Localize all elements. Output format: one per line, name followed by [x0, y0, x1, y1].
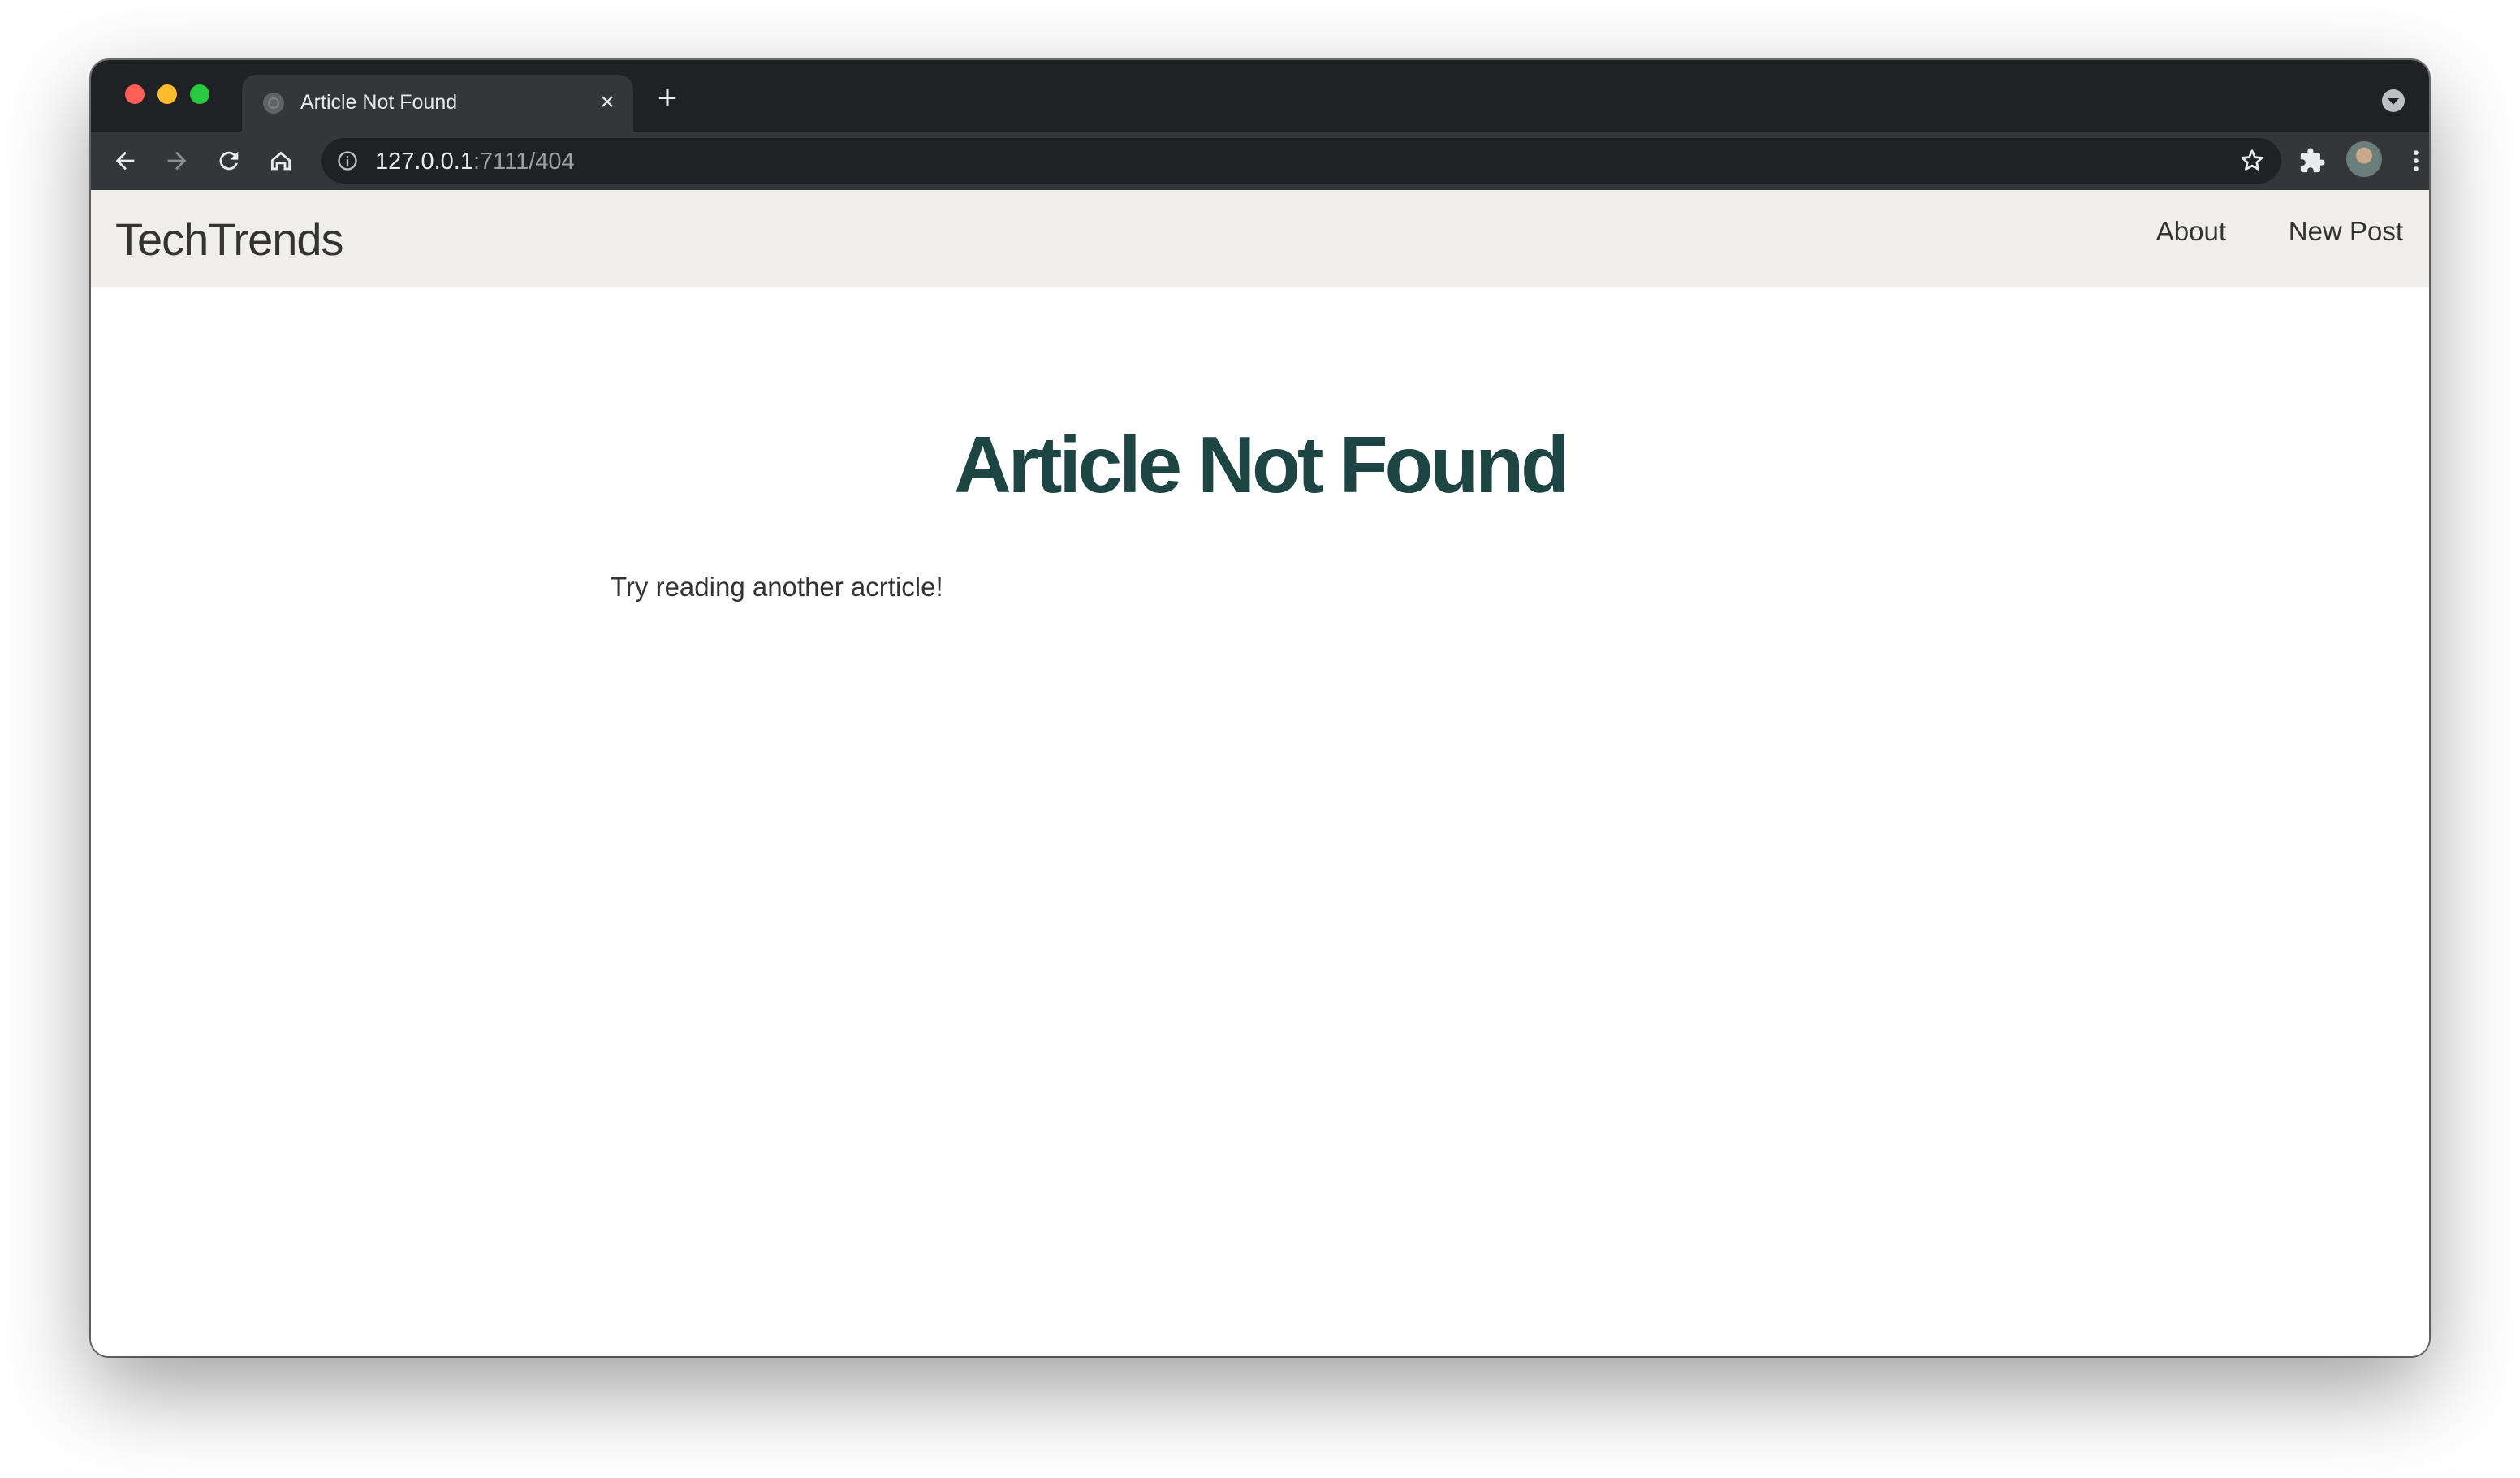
page-title: Article Not Found — [953, 420, 1569, 509]
info-icon[interactable] — [336, 149, 359, 172]
new-tab-button[interactable]: + — [651, 80, 684, 115]
browser-tab[interactable]: Article Not Found × — [242, 75, 633, 132]
site-navbar: TechTrends About New Post — [91, 190, 2429, 287]
extensions-icon[interactable] — [2293, 141, 2332, 180]
not-found-message: Try reading another acrticle! — [611, 572, 943, 602]
address-bar[interactable]: 127.0.0.1:7111/404 — [321, 138, 2281, 184]
home-icon[interactable] — [261, 141, 300, 180]
back-icon[interactable] — [106, 141, 145, 180]
nav-new-post-link[interactable]: New Post — [2289, 216, 2403, 247]
browser-window: Article Not Found × + 127.0.0.1:7111/404 — [91, 60, 2429, 1356]
globe-icon — [263, 93, 284, 114]
nav-about-link[interactable]: About — [2156, 216, 2226, 247]
brand-link[interactable]: TechTrends — [115, 213, 343, 266]
tab-search-icon[interactable] — [2382, 89, 2405, 112]
close-tab-icon[interactable]: × — [594, 89, 620, 115]
menu-icon[interactable] — [2397, 141, 2429, 180]
tab-title: Article Not Found — [300, 91, 458, 114]
star-icon[interactable] — [2237, 146, 2267, 175]
tab-strip: Article Not Found × + — [91, 60, 2429, 132]
page-viewport: TechTrends About New Post Article Not Fo… — [91, 190, 2429, 1356]
reload-icon[interactable] — [209, 141, 248, 180]
minimize-window-button[interactable] — [158, 84, 177, 104]
browser-toolbar: 127.0.0.1:7111/404 — [91, 132, 2429, 190]
forward-icon[interactable] — [158, 141, 196, 180]
url-path: :7111/404 — [472, 149, 575, 175]
url-host: 127.0.0.1 — [375, 149, 473, 175]
maximize-window-button[interactable] — [190, 84, 209, 104]
close-window-button[interactable] — [125, 84, 145, 104]
url-text[interactable]: 127.0.0.1:7111/404 — [375, 149, 575, 175]
avatar[interactable] — [2346, 141, 2382, 177]
